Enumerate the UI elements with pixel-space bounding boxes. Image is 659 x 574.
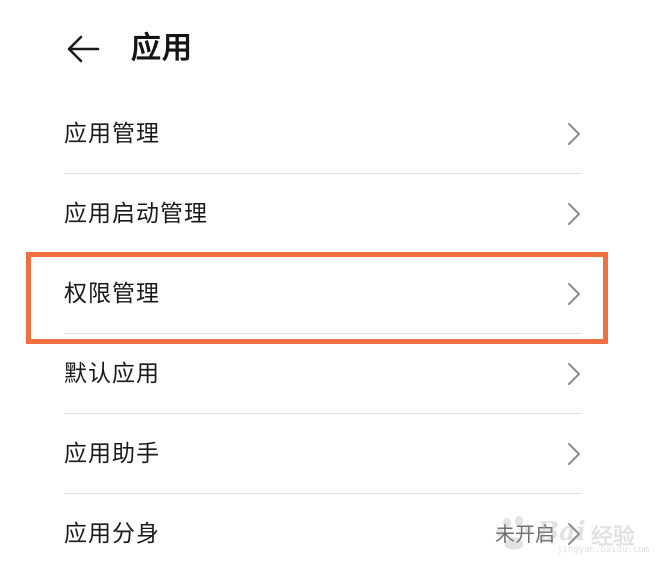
status-value: 未开启 bbox=[495, 522, 555, 546]
list-item-permission-management[interactable]: 权限管理 bbox=[0, 254, 659, 334]
page-title: 应用 bbox=[131, 31, 193, 66]
chevron-right-icon bbox=[567, 122, 581, 146]
list-item-label: 应用管理 bbox=[64, 121, 160, 147]
list-item-label: 默认应用 bbox=[64, 361, 160, 387]
list-item-app-management[interactable]: 应用管理 bbox=[0, 94, 659, 174]
chevron-right-icon bbox=[567, 442, 581, 466]
chevron-right-icon bbox=[567, 282, 581, 306]
chevron-right-icon bbox=[567, 362, 581, 386]
list-item-label: 应用启动管理 bbox=[64, 201, 208, 227]
list-item-app-twin[interactable]: 应用分身 未开启 bbox=[0, 494, 659, 574]
chevron-right-icon bbox=[567, 202, 581, 226]
list-item-label: 权限管理 bbox=[64, 281, 160, 307]
list-item-default-apps[interactable]: 默认应用 bbox=[0, 334, 659, 414]
list-item-label: 应用分身 bbox=[64, 521, 160, 547]
app-header: 应用 bbox=[0, 0, 659, 100]
list-item-app-launch-management[interactable]: 应用启动管理 bbox=[0, 174, 659, 254]
arrow-left-icon bbox=[66, 34, 100, 64]
list-item-app-assistant[interactable]: 应用助手 bbox=[0, 414, 659, 494]
chevron-right-icon bbox=[567, 522, 581, 546]
settings-list: 应用管理 应用启动管理 权限管理 默认应用 应用助手 应用分身 未开启 bbox=[0, 94, 659, 574]
back-button[interactable] bbox=[60, 28, 106, 70]
list-item-label: 应用助手 bbox=[64, 441, 160, 467]
